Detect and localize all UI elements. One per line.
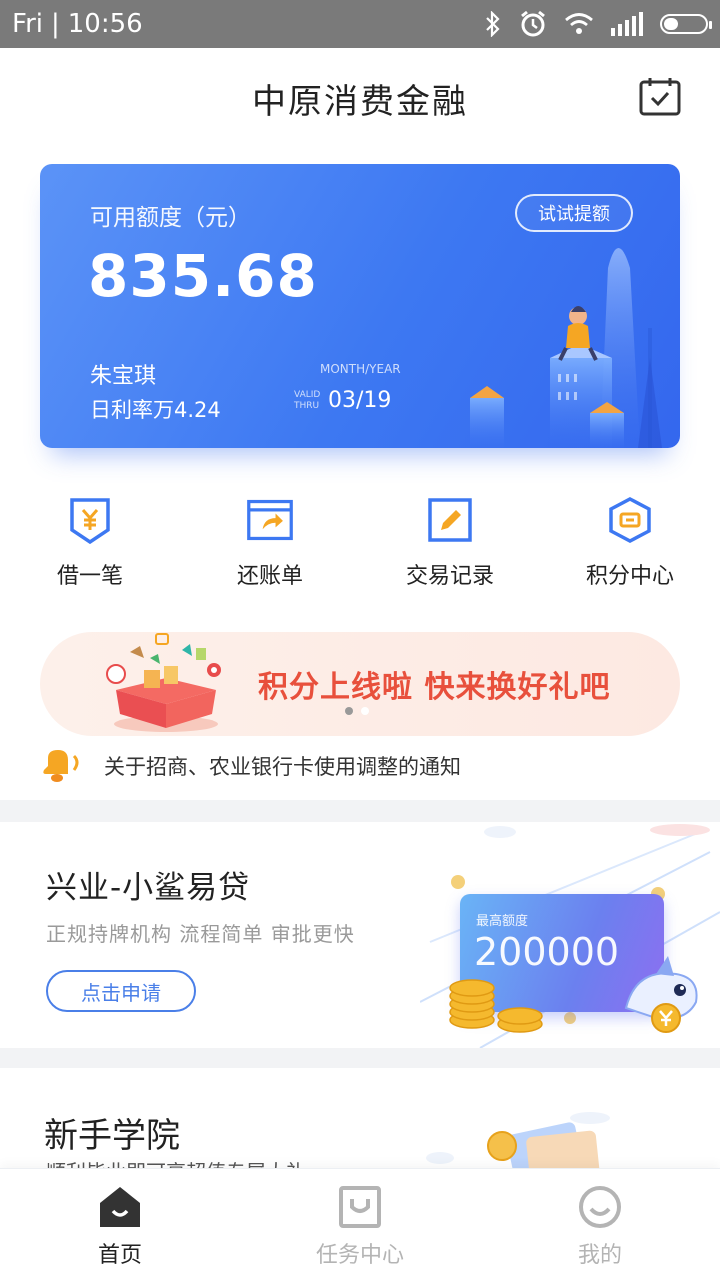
pagination-dot-active [345,707,353,715]
notice-text: 关于招商、农业银行卡使用调整的通知 [104,755,461,779]
alarm-icon [521,10,545,37]
tab-task-center[interactable]: 任务中心 [240,1169,480,1280]
credit-limit-card[interactable]: 可用额度（元） 835.68 朱宝琪 日利率万4.24 MONTH/YEAR V… [40,164,680,448]
shark-mascot-icon [624,956,698,1033]
home-icon [100,1187,140,1227]
quick-action-label: 借一笔 [56,564,123,589]
points-promo-banner[interactable]: 积分上线啦 快来换好礼吧 [40,632,680,736]
status-icons [484,9,712,39]
bell-megaphone-icon [43,750,79,782]
repay-window-icon [247,499,293,541]
banner-pagination [345,707,369,715]
tab-label: 首页 [97,1243,142,1268]
status-day: Fri [12,9,43,39]
quick-action-records[interactable]: 交易记录 [380,496,520,590]
tab-home[interactable]: 首页 [0,1169,240,1280]
status-clock: Fri | 10:56 [12,9,143,39]
signal-icon [611,12,643,36]
app-header: 中原消费金融 [0,48,720,148]
quick-action-label: 积分中心 [585,564,674,589]
available-limit-amount: 835.68 [88,242,318,310]
daily-interest-rate: 日利率万4.24 [90,398,221,422]
city-skyline-illustration [470,248,662,448]
tab-mine[interactable]: 我的 [480,1169,720,1280]
notice-bar[interactable]: 关于招商、农业银行卡使用调整的通知 [40,746,461,786]
bluetooth-icon [486,11,500,37]
shopping-bag-icon [339,1186,381,1228]
smile-face-icon [579,1186,621,1228]
valid-label: VALID [294,390,321,400]
tab-label: 我的 [577,1243,622,1268]
banner-headline: 积分上线啦 快来换好礼吧 [258,670,611,705]
yuan-shield-icon [70,498,110,544]
cardholder-name: 朱宝琪 [90,364,157,389]
status-separator-icon: | [50,9,60,39]
wifi-icon [565,13,593,34]
quick-action-points[interactable]: 积分中心 [560,496,700,590]
quick-action-borrow[interactable]: 借一笔 [20,496,160,590]
academy-illustration [426,1112,680,1178]
academy-title: 新手学院 [44,1116,180,1156]
valid-thru-label: VALID THRU [294,390,320,412]
max-limit-label: 最高额度 [476,914,529,929]
month-year-label: MONTH/YEAR [320,362,401,376]
expiry-date: 03/19 [328,388,392,413]
product-title: 兴业-小鲨易贷 [46,870,251,906]
edit-record-icon [428,498,472,542]
points-hexagon-icon [609,497,651,543]
pagination-dot [361,707,369,715]
bottom-tab-bar: 首页 任务中心 我的 [0,1168,720,1280]
status-bar: Fri | 10:56 [0,0,720,48]
newbie-academy-card[interactable]: 新手学院 顺利毕业即可享超值专属大礼 [0,1068,720,1178]
page-title: 中原消费金融 [252,81,468,122]
loan-product-card[interactable]: 兴业-小鲨易贷 正规持牌机构 流程简单 审批更快 点击申请 最高额度 20000… [0,822,720,1048]
quick-action-label: 交易记录 [405,564,494,589]
gold-coins-illustration [449,979,543,1033]
apply-button[interactable]: 点击申请 [46,970,196,1012]
status-time: 10:56 [67,9,143,39]
gift-box-illustration [106,633,221,732]
quick-actions: 借一笔 还账单 交易记录 积分中心 [0,496,720,596]
tab-label: 任务中心 [315,1243,404,1268]
quick-action-repay[interactable]: 还账单 [200,496,340,590]
quick-action-label: 还账单 [236,564,303,589]
thru-label: THRU [294,401,320,411]
battery-icon [660,14,712,34]
home-top-section: 可用额度（元） 835.68 朱宝琪 日利率万4.24 MONTH/YEAR V… [0,148,720,800]
app-screen: Fri | 10:56 中原消费金融 可用额度（元） 835.68 朱宝琪 日利… [0,0,720,1280]
available-limit-label: 可用额度（元） [90,205,251,231]
calendar-check-icon[interactable] [638,76,682,116]
product-subtitle: 正规持牌机构 流程简单 审批更快 [46,922,355,946]
raise-limit-button[interactable]: 试试提额 [515,194,633,232]
